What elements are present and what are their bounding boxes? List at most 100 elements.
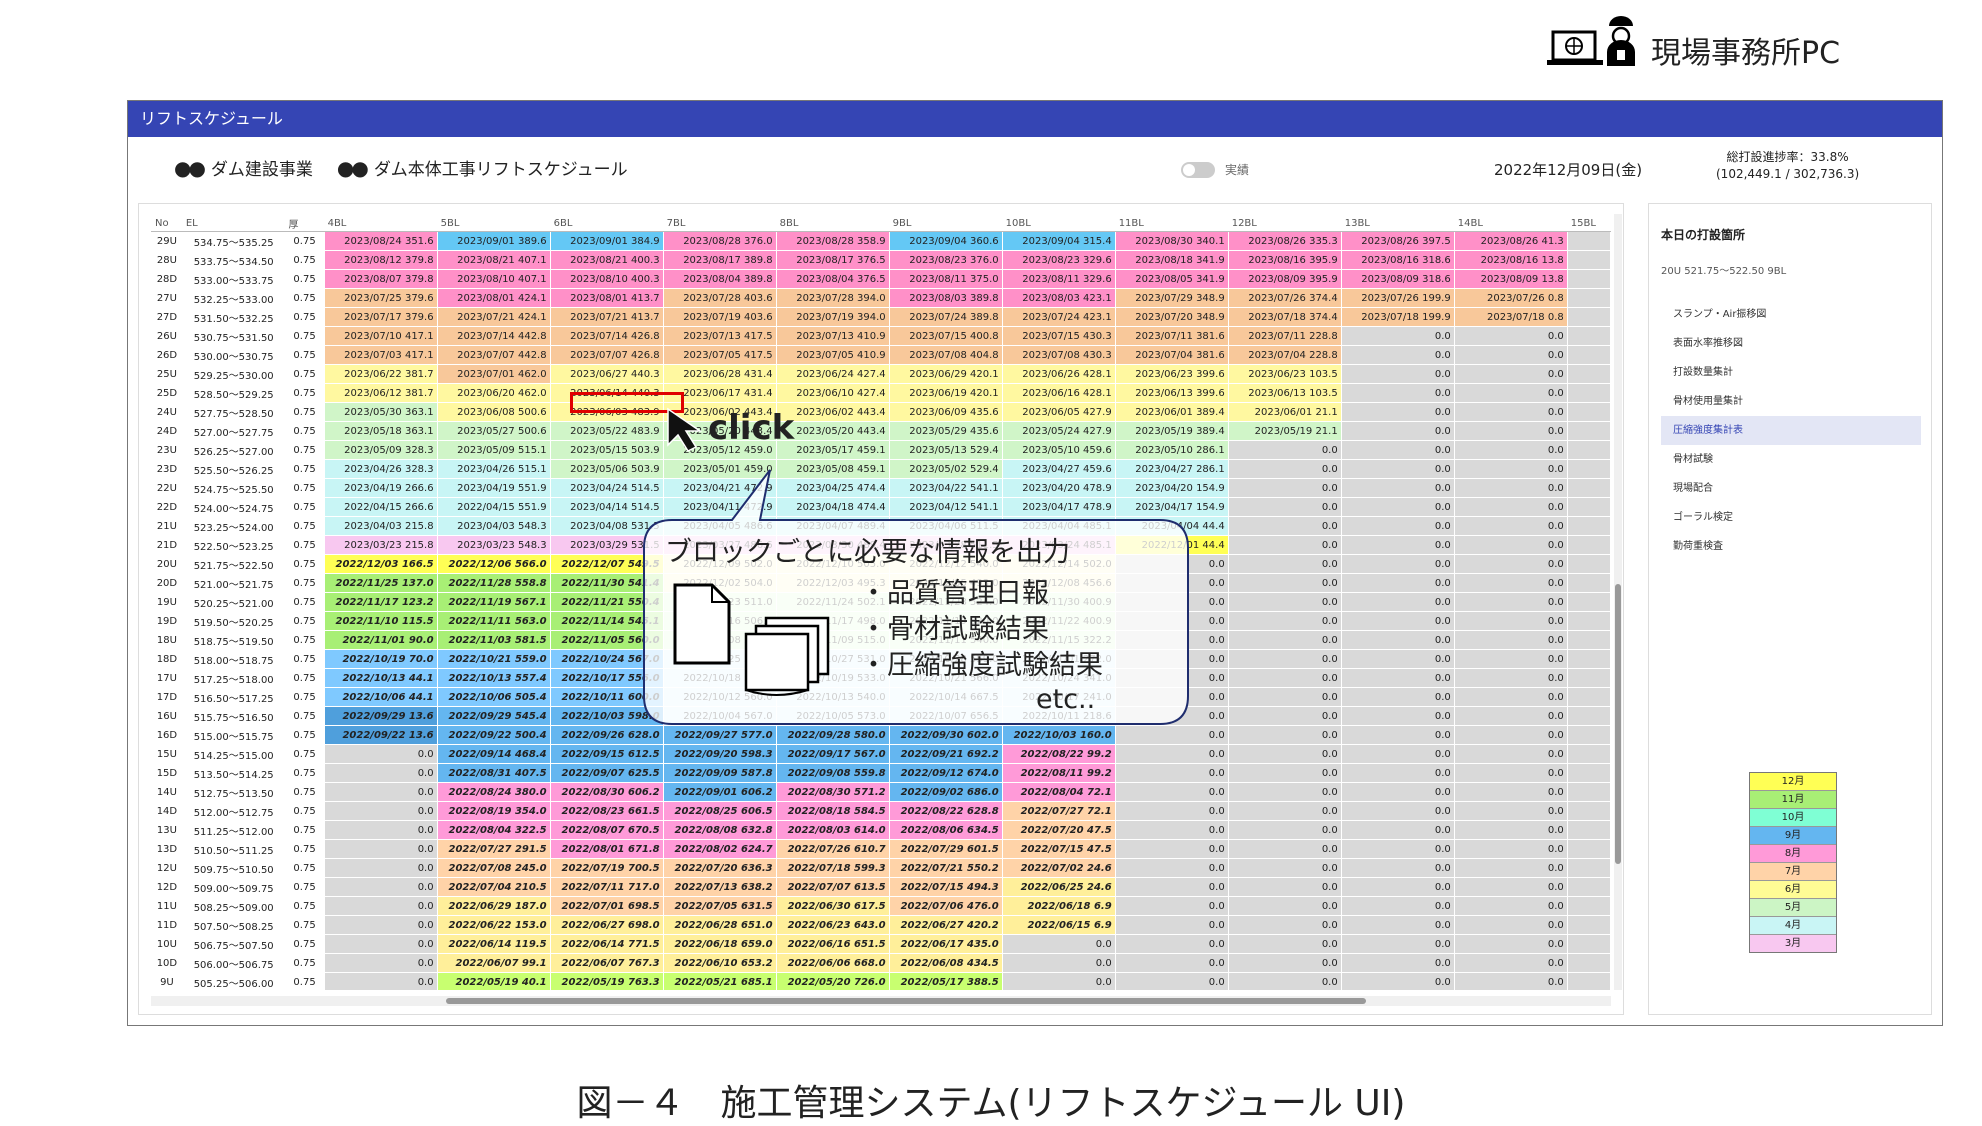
block-cell[interactable]: 0.0 [1453,896,1568,916]
block-cell[interactable]: 0.0 [1227,592,1342,612]
block-cell[interactable]: 2022/08/30 571.2 [775,782,890,802]
block-cell[interactable]: 2023/08/01 424.1 [436,288,551,308]
block-cell[interactable]: 0.0 [1453,706,1568,726]
block-cell[interactable] [1566,858,1611,878]
block-cell[interactable]: 2023/09/04 360.6 [888,231,1003,251]
block-cell[interactable] [1566,877,1611,897]
block-cell[interactable]: 2022/07/26 610.7 [775,839,890,859]
block-cell[interactable]: 2022/09/22 13.6 [323,725,438,745]
block-cell[interactable]: 0.0 [1227,934,1342,954]
block-cell[interactable]: 2023/08/18 341.9 [1114,250,1229,270]
block-cell[interactable]: 0.0 [1340,725,1455,745]
block-cell[interactable]: 0.0 [323,763,438,783]
block-cell[interactable]: 2023/07/26 0.8 [1453,288,1568,308]
block-cell[interactable]: 2022/10/06 44.1 [323,687,438,707]
block-cell[interactable]: 2022/08/03 614.0 [775,820,890,840]
block-cell[interactable]: 2022/11/03 581.5 [436,630,551,650]
block-cell[interactable]: 2022/09/08 559.8 [775,763,890,783]
block-cell[interactable] [1566,649,1611,669]
block-cell[interactable]: 0.0 [1340,839,1455,859]
block-cell[interactable]: 2023/06/05 427.9 [1001,402,1116,422]
block-cell[interactable]: 2023/07/18 199.9 [1340,307,1455,327]
block-cell[interactable]: 0.0 [1453,421,1568,441]
block-cell[interactable]: 2022/06/23 643.0 [775,915,890,935]
block-cell[interactable]: 0.0 [1340,953,1455,973]
sidebar-item[interactable]: 現場配合 [1661,474,1921,503]
block-cell[interactable]: 0.0 [1340,383,1455,403]
block-cell[interactable]: 2023/05/19 389.4 [1114,421,1229,441]
block-cell[interactable]: 0.0 [1227,535,1342,555]
block-cell[interactable]: 2022/07/21 550.2 [888,858,1003,878]
block-cell[interactable]: 2022/08/31 407.5 [436,763,551,783]
block-cell[interactable]: 2022/11/19 567.1 [436,592,551,612]
sidebar-item[interactable]: 表面水率推移図 [1661,329,1921,358]
block-cell[interactable]: 0.0 [1227,972,1342,990]
block-cell[interactable]: 2023/06/13 399.6 [1114,383,1229,403]
block-cell[interactable]: 2022/06/17 435.0 [888,934,1003,954]
block-cell[interactable]: 2023/08/11 375.0 [888,269,1003,289]
block-cell[interactable]: 2022/11/01 90.0 [323,630,438,650]
block-cell[interactable]: 2023/07/07 442.8 [436,345,551,365]
block-cell[interactable]: 2023/08/21 407.1 [436,250,551,270]
block-cell[interactable] [1566,288,1611,308]
block-cell[interactable]: 2023/05/09 515.1 [436,440,551,460]
block-cell[interactable]: 2023/08/09 395.9 [1227,269,1342,289]
block-cell[interactable] [1566,611,1611,631]
block-cell[interactable]: 2023/03/23 548.3 [436,535,551,555]
block-cell[interactable]: 2023/08/03 389.8 [888,288,1003,308]
block-cell[interactable]: 0.0 [1227,611,1342,631]
block-cell[interactable]: 0.0 [1340,934,1455,954]
block-cell[interactable]: 2023/06/24 427.4 [775,364,890,384]
block-cell[interactable]: 0.0 [1340,801,1455,821]
block-cell[interactable]: 0.0 [323,953,438,973]
block-cell[interactable]: 2022/07/04 210.5 [436,877,551,897]
block-cell[interactable]: 2023/05/10 459.6 [1001,440,1116,460]
block-cell[interactable]: 0.0 [1227,953,1342,973]
block-cell[interactable]: 2023/07/14 426.8 [549,326,664,346]
block-cell[interactable]: 0.0 [1340,649,1455,669]
block-cell[interactable]: 0.0 [323,934,438,954]
block-cell[interactable]: 0.0 [1227,915,1342,935]
block-cell[interactable]: 2023/08/16 318.6 [1340,250,1455,270]
block-cell[interactable]: 0.0 [1227,478,1342,498]
block-cell[interactable]: 2022/08/24 380.0 [436,782,551,802]
block-cell[interactable]: 0.0 [1453,687,1568,707]
block-cell[interactable]: 0.0 [1001,953,1116,973]
block-cell[interactable]: 0.0 [1453,478,1568,498]
block-cell[interactable]: 2023/04/26 515.1 [436,459,551,479]
block-cell[interactable]: 2022/09/22 500.4 [436,725,551,745]
block-cell[interactable]: 2023/08/03 423.1 [1001,288,1116,308]
block-cell[interactable]: 0.0 [1114,896,1229,916]
block-cell[interactable] [1566,250,1611,270]
block-cell[interactable]: 2023/07/28 394.0 [775,288,890,308]
block-cell[interactable]: 0.0 [1227,630,1342,650]
block-cell[interactable]: 2022/08/30 606.2 [549,782,664,802]
block-cell[interactable]: 0.0 [1227,839,1342,859]
block-cell[interactable]: 2022/12/06 566.0 [436,554,551,574]
block-cell[interactable]: 2022/09/01 606.2 [662,782,777,802]
block-cell[interactable] [1566,554,1611,574]
block-cell[interactable]: 2022/08/07 670.5 [549,820,664,840]
block-cell[interactable]: 0.0 [1340,687,1455,707]
block-cell[interactable]: 2022/07/20 636.3 [662,858,777,878]
block-cell[interactable]: 0.0 [1340,326,1455,346]
block-cell[interactable]: 2022/08/19 354.0 [436,801,551,821]
block-cell[interactable]: 2023/07/25 379.6 [323,288,438,308]
block-cell[interactable]: 0.0 [1340,516,1455,536]
block-cell[interactable]: 0.0 [1340,820,1455,840]
block-cell[interactable]: 2022/06/28 651.0 [662,915,777,935]
block-cell[interactable]: 2023/05/27 500.6 [436,421,551,441]
block-cell[interactable]: 2023/06/10 427.4 [775,383,890,403]
block-cell[interactable]: 0.0 [1001,972,1116,990]
block-cell[interactable]: 2022/08/01 671.8 [549,839,664,859]
block-cell[interactable]: 0.0 [1340,364,1455,384]
block-cell[interactable] [1566,535,1611,555]
block-cell[interactable]: 2023/07/19 403.6 [662,307,777,327]
block-cell[interactable]: 0.0 [1453,725,1568,745]
block-cell[interactable]: 0.0 [1340,877,1455,897]
block-cell[interactable]: 2022/09/14 468.4 [436,744,551,764]
block-cell[interactable]: 2023/07/24 389.8 [888,307,1003,327]
block-cell[interactable]: 2022/08/08 632.8 [662,820,777,840]
block-cell[interactable]: 2022/07/15 494.3 [888,877,1003,897]
block-cell[interactable]: 2022/07/18 599.3 [775,858,890,878]
